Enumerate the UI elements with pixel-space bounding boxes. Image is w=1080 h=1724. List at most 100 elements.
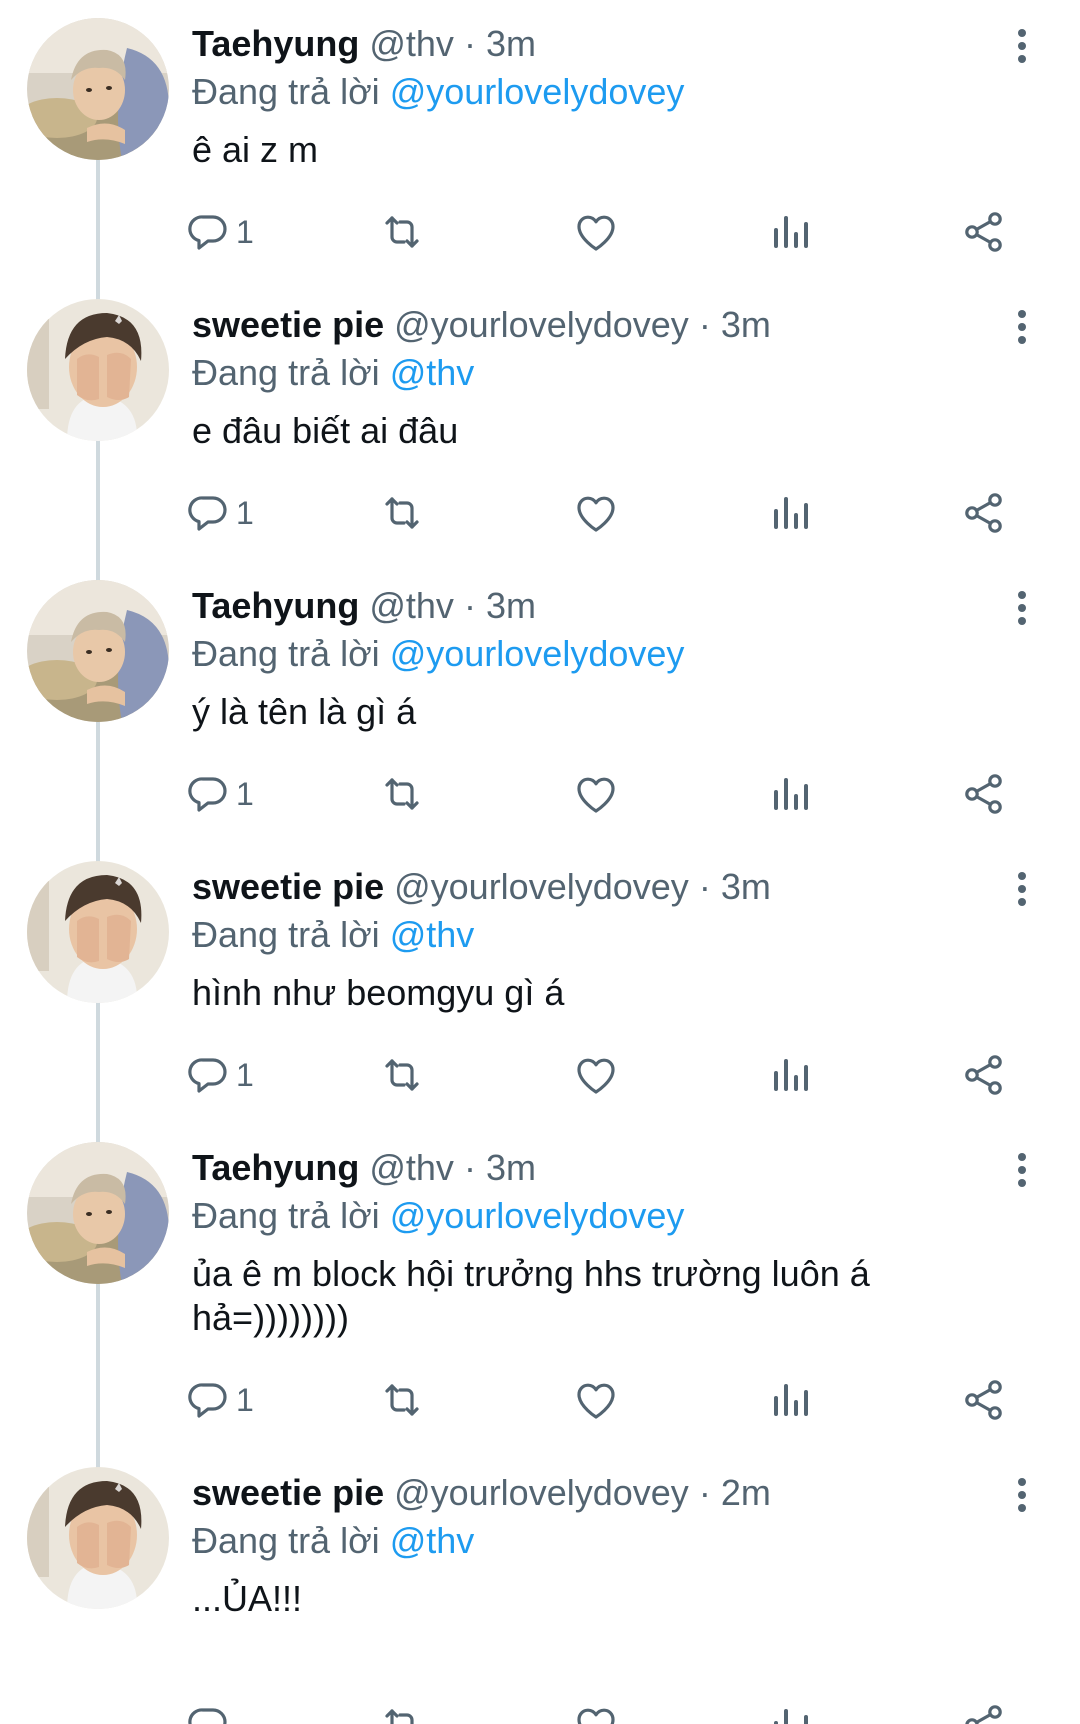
tweet[interactable]: Taehyung @thv · 3m Đang trả lời @yourlove… bbox=[0, 0, 1080, 301]
thread-connector-line bbox=[96, 993, 100, 1144]
display-name[interactable]: sweetie pie bbox=[192, 304, 384, 345]
replying-to: Đang trả lời @yourlovelydovey bbox=[192, 630, 684, 678]
separator-dot: · bbox=[698, 1472, 711, 1513]
analytics-button[interactable] bbox=[766, 485, 814, 541]
reply-button[interactable]: 1 bbox=[184, 1047, 254, 1103]
user-handle[interactable]: @yourlovelydovey bbox=[394, 866, 689, 907]
more-options-icon[interactable] bbox=[1010, 1150, 1034, 1190]
share-button[interactable] bbox=[960, 204, 1008, 260]
retweet-icon bbox=[378, 489, 426, 537]
share-icon bbox=[960, 1051, 1008, 1099]
replying-to-mention[interactable]: @yourlovelydovey bbox=[390, 633, 685, 674]
like-icon bbox=[572, 489, 620, 537]
reply-count: 1 bbox=[236, 494, 254, 531]
tweet[interactable]: sweetie pie @yourlovelydovey · 3m Đang tr… bbox=[0, 281, 1080, 582]
reply-icon bbox=[184, 1701, 232, 1724]
retweet-button[interactable] bbox=[378, 1047, 426, 1103]
analytics-icon bbox=[766, 1701, 814, 1724]
tweet[interactable]: Taehyung @thv · 3m Đang trả lời @yourlove… bbox=[0, 1124, 1080, 1469]
like-icon bbox=[572, 208, 620, 256]
retweet-icon bbox=[378, 1701, 426, 1724]
reply-button[interactable]: 1 bbox=[184, 204, 254, 260]
user-handle[interactable]: @thv bbox=[369, 1147, 454, 1188]
reply-button[interactable]: 1 bbox=[184, 766, 254, 822]
retweet-button[interactable] bbox=[378, 1372, 426, 1428]
more-options-icon[interactable] bbox=[1010, 588, 1034, 628]
separator-dot: · bbox=[463, 585, 476, 626]
like-button[interactable] bbox=[572, 1697, 620, 1724]
replying-to: Đang trả lời @thv bbox=[192, 1517, 474, 1565]
tweet[interactable]: sweetie pie @yourlovelydovey · 3m Đang tr… bbox=[0, 843, 1080, 1144]
share-button[interactable] bbox=[960, 485, 1008, 541]
retweet-button[interactable] bbox=[378, 485, 426, 541]
timestamp[interactable]: 3m bbox=[721, 866, 771, 907]
avatar[interactable] bbox=[27, 1467, 169, 1609]
like-button[interactable] bbox=[572, 1047, 620, 1103]
reply-button[interactable]: 1 bbox=[184, 1372, 254, 1428]
share-button[interactable] bbox=[960, 766, 1008, 822]
reply-icon bbox=[184, 1376, 232, 1424]
tweet-actions: 1 bbox=[188, 1047, 1032, 1103]
user-handle[interactable]: @yourlovelydovey bbox=[394, 304, 689, 345]
retweet-icon bbox=[378, 770, 426, 818]
more-options-icon[interactable] bbox=[1010, 26, 1034, 66]
like-button[interactable] bbox=[572, 766, 620, 822]
avatar[interactable] bbox=[27, 18, 169, 160]
replying-to-mention[interactable]: @thv bbox=[390, 914, 475, 955]
analytics-button[interactable] bbox=[766, 204, 814, 260]
avatar[interactable] bbox=[27, 861, 169, 1003]
display-name[interactable]: sweetie pie bbox=[192, 1472, 384, 1513]
timestamp[interactable]: 3m bbox=[721, 304, 771, 345]
tweet-actions bbox=[188, 1697, 1032, 1724]
reply-button[interactable] bbox=[184, 1697, 236, 1724]
separator-dot: · bbox=[463, 23, 476, 64]
tweet[interactable]: Taehyung @thv · 3m Đang trả lời @yourlove… bbox=[0, 562, 1080, 863]
analytics-button[interactable] bbox=[766, 1372, 814, 1428]
more-options-icon[interactable] bbox=[1010, 869, 1034, 909]
analytics-button[interactable] bbox=[766, 1697, 814, 1724]
display-name[interactable]: Taehyung bbox=[192, 585, 359, 626]
separator-dot: · bbox=[698, 304, 711, 345]
retweet-button[interactable] bbox=[378, 204, 426, 260]
like-button[interactable] bbox=[572, 204, 620, 260]
display-name[interactable]: Taehyung bbox=[192, 23, 359, 64]
user-handle[interactable]: @thv bbox=[369, 585, 454, 626]
more-options-icon[interactable] bbox=[1010, 1475, 1034, 1515]
replying-to-label: Đang trả lời bbox=[192, 1195, 380, 1236]
tweet-actions: 1 bbox=[188, 485, 1032, 541]
analytics-button[interactable] bbox=[766, 1047, 814, 1103]
timestamp[interactable]: 3m bbox=[486, 23, 536, 64]
tweet[interactable]: sweetie pie @yourlovelydovey · 2m Đang tr… bbox=[0, 1449, 1080, 1724]
reply-icon bbox=[184, 208, 232, 256]
reply-icon bbox=[184, 770, 232, 818]
like-button[interactable] bbox=[572, 485, 620, 541]
replying-to-mention[interactable]: @thv bbox=[390, 352, 475, 393]
share-button[interactable] bbox=[960, 1697, 1008, 1724]
analytics-button[interactable] bbox=[766, 766, 814, 822]
share-button[interactable] bbox=[960, 1372, 1008, 1428]
user-handle[interactable]: @yourlovelydovey bbox=[394, 1472, 689, 1513]
replying-to-mention[interactable]: @yourlovelydovey bbox=[390, 71, 685, 112]
retweet-button[interactable] bbox=[378, 766, 426, 822]
reply-button[interactable]: 1 bbox=[184, 485, 254, 541]
timestamp[interactable]: 3m bbox=[486, 585, 536, 626]
replying-to-mention[interactable]: @yourlovelydovey bbox=[390, 1195, 685, 1236]
display-name[interactable]: Taehyung bbox=[192, 1147, 359, 1188]
display-name[interactable]: sweetie pie bbox=[192, 866, 384, 907]
retweet-icon bbox=[378, 1051, 426, 1099]
timestamp[interactable]: 3m bbox=[486, 1147, 536, 1188]
thread-connector-line bbox=[96, 1274, 100, 1469]
more-options-icon[interactable] bbox=[1010, 307, 1034, 347]
avatar[interactable] bbox=[27, 1142, 169, 1284]
share-button[interactable] bbox=[960, 1047, 1008, 1103]
tweet-text: ê ai z m bbox=[192, 129, 319, 170]
like-button[interactable] bbox=[572, 1372, 620, 1428]
user-handle[interactable]: @thv bbox=[369, 23, 454, 64]
timestamp[interactable]: 2m bbox=[721, 1472, 771, 1513]
separator-dot: · bbox=[463, 1147, 476, 1188]
avatar[interactable] bbox=[27, 299, 169, 441]
retweet-button[interactable] bbox=[378, 1697, 426, 1724]
replying-to-mention[interactable]: @thv bbox=[390, 1520, 475, 1561]
replying-to: Đang trả lời @thv bbox=[192, 349, 474, 397]
avatar[interactable] bbox=[27, 580, 169, 722]
